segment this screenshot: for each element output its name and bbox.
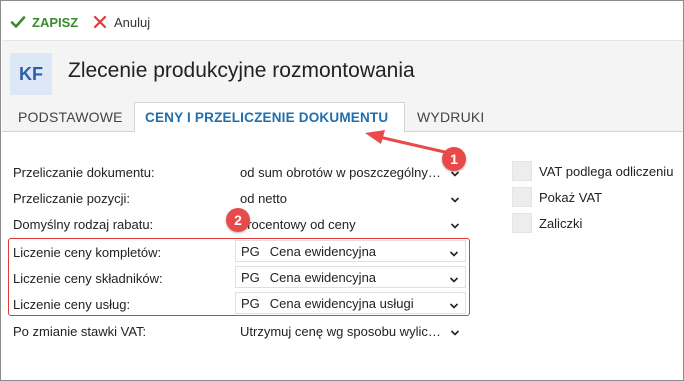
label-liczenie-ceny-uslug: Liczenie ceny usług:: [13, 297, 131, 312]
save-label: ZAPISZ: [32, 14, 79, 30]
select-liczenie-ceny-skladnikow[interactable]: PG Cena ewidencyjna: [235, 266, 466, 288]
checkbox-vat-podlega-odliczeniu[interactable]: [512, 161, 532, 181]
price-group-code: PG: [241, 269, 260, 285]
page-title: Zlecenie produkcyjne rozmontowania: [68, 59, 415, 82]
select-po-zmianie-stawki-vat[interactable]: Utrzymuj cenę wg sposobu wylicza...: [235, 320, 466, 342]
checkbox-pokaz-vat[interactable]: [512, 187, 532, 207]
select-value: Cena ewidencyjna usługi: [269, 295, 414, 311]
select-domyslny-rodzaj-rabatu[interactable]: procentowy od ceny: [235, 213, 466, 235]
annotation-badge-1: 1: [442, 147, 466, 171]
label-liczenie-ceny-kompletow: Liczenie ceny kompletów:: [13, 245, 162, 260]
price-group-code: PG: [241, 243, 260, 259]
select-value: od netto: [240, 190, 287, 206]
select-liczenie-ceny-kompletow[interactable]: PG Cena ewidencyjna: [235, 240, 466, 262]
select-przeliczanie-pozycji[interactable]: od netto: [235, 187, 466, 209]
select-value: Cena ewidencyjna: [269, 243, 377, 259]
chevron-down-icon: [450, 326, 460, 336]
tab-podstawowe[interactable]: PODSTAWOWE: [8, 102, 133, 132]
window-frame: ZAPISZ Anuluj KF Zlecenie produkcyjne ro…: [0, 0, 684, 381]
tab-bar: PODSTAWOWE CENY I PRZELICZENIE DOKUMENTU…: [2, 102, 683, 133]
close-icon: [92, 14, 108, 30]
label-po-zmianie-stawki-vat: Po zmianie stawki VAT:: [13, 324, 147, 339]
checkbox-zaliczki[interactable]: [512, 213, 532, 233]
chevron-down-icon: [450, 219, 460, 229]
checkbox-label: Zaliczki: [539, 216, 583, 231]
cancel-label: Anuluj: [114, 14, 151, 30]
price-group-code: PG: [241, 295, 260, 311]
select-value: Utrzymuj cenę wg sposobu wylicza...: [240, 323, 453, 339]
label-przeliczanie-pozycji: Przeliczanie pozycji:: [13, 191, 131, 206]
checkmark-icon: [10, 14, 26, 30]
label-przeliczanie-dokumentu: Przeliczanie dokumentu:: [13, 165, 155, 180]
label-liczenie-ceny-skladnikow: Liczenie ceny składników:: [13, 271, 163, 286]
select-value: od sum obrotów w poszczególnyc...: [240, 164, 446, 180]
cancel-button[interactable]: Anuluj: [92, 12, 150, 32]
document-type-badge: KF: [10, 53, 52, 95]
toolbar: ZAPISZ Anuluj: [2, 2, 683, 41]
chevron-down-icon: [449, 273, 459, 283]
save-button[interactable]: ZAPISZ: [10, 12, 78, 32]
checkbox-label: Pokaż VAT: [539, 190, 603, 205]
chevron-down-icon: [450, 193, 460, 203]
checkbox-label: VAT podlega odliczeniu: [539, 164, 674, 179]
label-domyslny-rodzaj-rabatu: Domyślny rodzaj rabatu:: [13, 217, 154, 232]
annotation-badge-2: 2: [226, 208, 250, 232]
tab-wydruki[interactable]: WYDRUKI: [407, 102, 495, 132]
select-liczenie-ceny-uslug[interactable]: PG Cena ewidencyjna usługi: [235, 292, 466, 314]
chevron-down-icon: [449, 247, 459, 257]
select-value: Cena ewidencyjna: [269, 269, 377, 285]
select-value: procentowy od ceny: [240, 216, 356, 232]
select-przeliczanie-dokumentu[interactable]: od sum obrotów w poszczególnyc...: [235, 161, 466, 183]
chevron-down-icon: [449, 299, 459, 309]
document-header: KF Zlecenie produkcyjne rozmontowania: [2, 41, 683, 102]
tab-ceny-i-przeliczenie[interactable]: CENY I PRZELICZENIE DOKUMENTU: [134, 102, 405, 133]
